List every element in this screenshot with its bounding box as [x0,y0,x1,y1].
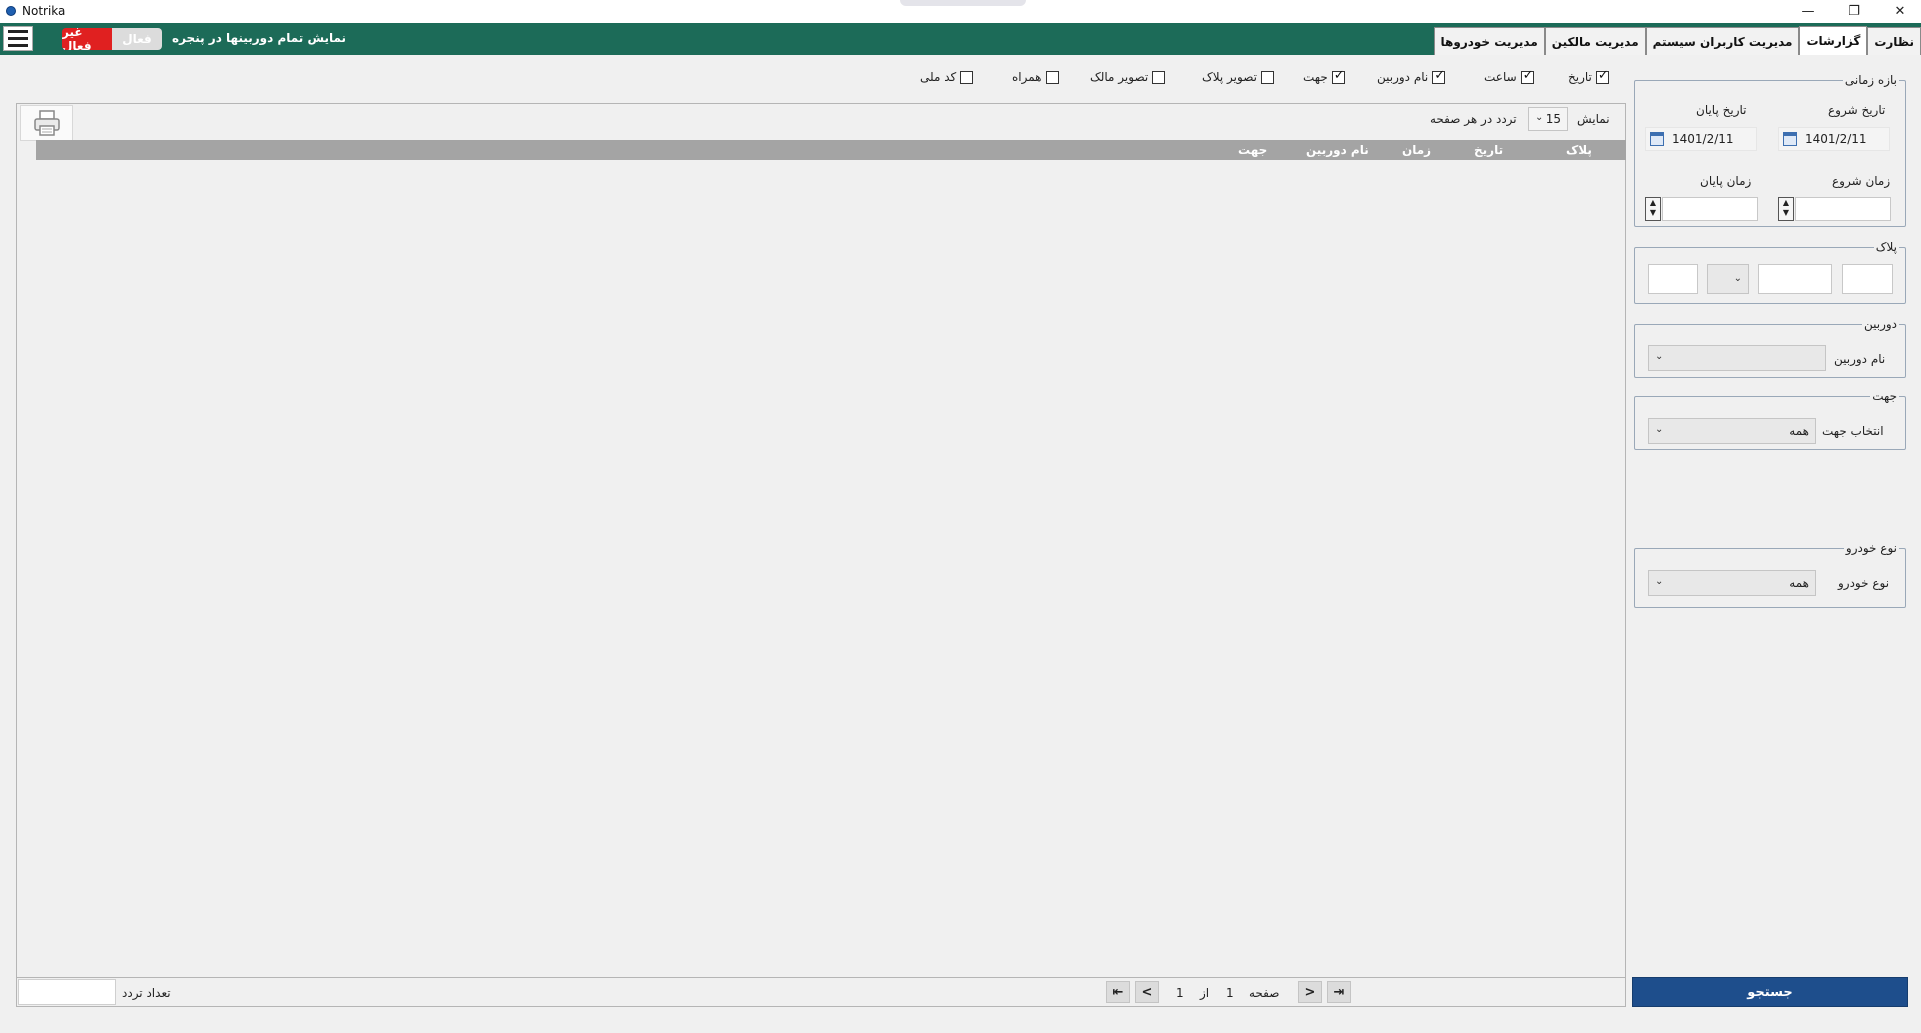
current-page: 1 [1226,986,1234,1000]
column-header-date[interactable]: تاریخ [1474,143,1503,157]
vertical-scrollbar[interactable] [20,160,32,960]
end-time-field[interactable] [1662,197,1758,221]
start-time-spinner[interactable]: ▲ ▼ [1778,197,1794,221]
records-grid [16,103,1626,978]
direction-select[interactable]: ⌄ همه [1648,418,1816,444]
plate-letter-select[interactable]: ⌄ [1707,264,1749,294]
previous-page-button[interactable]: < [1135,981,1159,1003]
minimize-button[interactable]: — [1785,0,1831,23]
page-label: صفحه [1249,986,1280,1000]
plate-title: پلاک [1873,240,1899,254]
chevron-down-icon: ⌄ [1535,112,1544,123]
camera-toggle[interactable]: غیر فعال فعال [62,28,162,50]
toggle-active-button[interactable]: فعال [112,28,162,50]
start-time-field[interactable] [1795,197,1891,221]
vehicle-type-title: نوع خودرو [1843,541,1899,555]
end-time-label: زمان پایان [1700,174,1752,188]
show-all-cameras-label: نمایش تمام دوربینها در پنجره [172,31,347,45]
camera-title: دوربین [1861,317,1899,331]
search-button[interactable]: جستجو [1632,977,1908,1007]
column-header-plate[interactable]: پلاک [1566,143,1592,157]
tab-vehicles[interactable]: مدیریت خودروها [1433,27,1545,55]
of-label: از [1200,986,1210,1000]
main-tabs: مدیریت خودروها مدیریت مالکین مدیریت کارب… [1433,26,1921,55]
checkbox-national-code[interactable]: کد ملی [920,70,974,84]
window-titlebar: Notrika — ❐ ✕ [0,0,1921,23]
tab-monitoring[interactable]: نظارت [1867,27,1921,55]
start-time-label: زمان شروع [1832,174,1891,188]
chevron-down-icon: ⌄ [1733,273,1742,284]
end-time-spinner[interactable]: ▲ ▼ [1645,197,1661,221]
checkbox-owner-image[interactable]: تصویر مالک [1090,70,1166,84]
camera-name-select[interactable]: ⌄ [1648,345,1826,371]
titlebar-handle [900,0,1026,6]
total-pages: 1 [1176,986,1184,1000]
print-icon[interactable] [20,105,73,141]
calendar-icon[interactable] [1783,132,1797,146]
checkbox-companion[interactable]: همراه [1012,70,1059,84]
tab-system-users[interactable]: مدیریت کاربران سیستم [1645,27,1800,55]
direction-select-label: انتخاب جهت [1822,424,1884,438]
checkbox-time[interactable]: ساعت [1484,68,1534,84]
first-page-button[interactable]: ⇤ [1106,981,1130,1003]
menu-icon[interactable] [3,26,33,51]
grid-header: پلاک تاریخ زمان نام دوربین جهت [36,140,1626,160]
chevron-down-icon: ⌄ [1655,576,1664,587]
maximize-button[interactable]: ❐ [1831,0,1877,23]
toggle-inactive-button[interactable]: غیر فعال [62,28,112,50]
window-title: Notrika [22,4,66,18]
plate-part-1[interactable] [1842,264,1893,294]
start-date-label: تاریخ شروع [1828,103,1886,117]
tab-owners[interactable]: مدیریت مالکین [1544,27,1646,55]
next-page-button[interactable]: > [1298,981,1322,1003]
grid-footer [16,977,1626,1007]
record-count-field [18,979,116,1005]
per-page-label: تردد در هر صفحه [1430,112,1517,126]
record-count-label: تعداد تردد [122,986,171,1000]
plate-part-3[interactable] [1648,264,1698,294]
end-date-label: تاریخ پایان [1696,103,1747,117]
show-label: نمایش [1577,112,1610,126]
chevron-down-icon: ⌄ [1655,424,1664,435]
plate-part-2[interactable] [1758,264,1832,294]
tab-reports[interactable]: گزارشات [1799,26,1868,55]
camera-name-label: نام دوربین [1834,352,1886,366]
vehicle-type-select[interactable]: ⌄ همه [1648,570,1816,596]
vehicle-type-label: نوع خودرو [1838,576,1890,590]
calendar-icon[interactable] [1650,132,1664,146]
checkbox-plate-image[interactable]: تصویر پلاک [1202,70,1274,84]
last-page-button[interactable]: ⇥ [1327,981,1351,1003]
column-header-direction[interactable]: جهت [1238,143,1267,157]
direction-title: جهت [1870,389,1899,403]
checkbox-camera-name[interactable]: نام دوربین [1377,68,1446,84]
time-range-title: بازه زمانی [1842,73,1899,87]
end-date-field[interactable]: 1401/2/11 [1645,127,1757,151]
checkbox-direction[interactable]: جهت [1303,68,1345,84]
top-bar: غیر فعال فعال نمایش تمام دوربینها در پنج… [0,23,1921,55]
horizontal-scrollbar[interactable] [40,960,1620,972]
close-button[interactable]: ✕ [1877,0,1921,23]
start-date-field[interactable]: 1401/2/11 [1778,127,1890,151]
column-header-camera-name[interactable]: نام دوربین [1306,143,1369,157]
page-size-select[interactable]: ⌄ 15 [1528,107,1568,131]
column-header-time[interactable]: زمان [1402,143,1431,157]
chevron-down-icon: ⌄ [1655,351,1664,362]
app-icon [6,6,16,16]
checkbox-date[interactable]: تاریخ [1568,68,1609,84]
